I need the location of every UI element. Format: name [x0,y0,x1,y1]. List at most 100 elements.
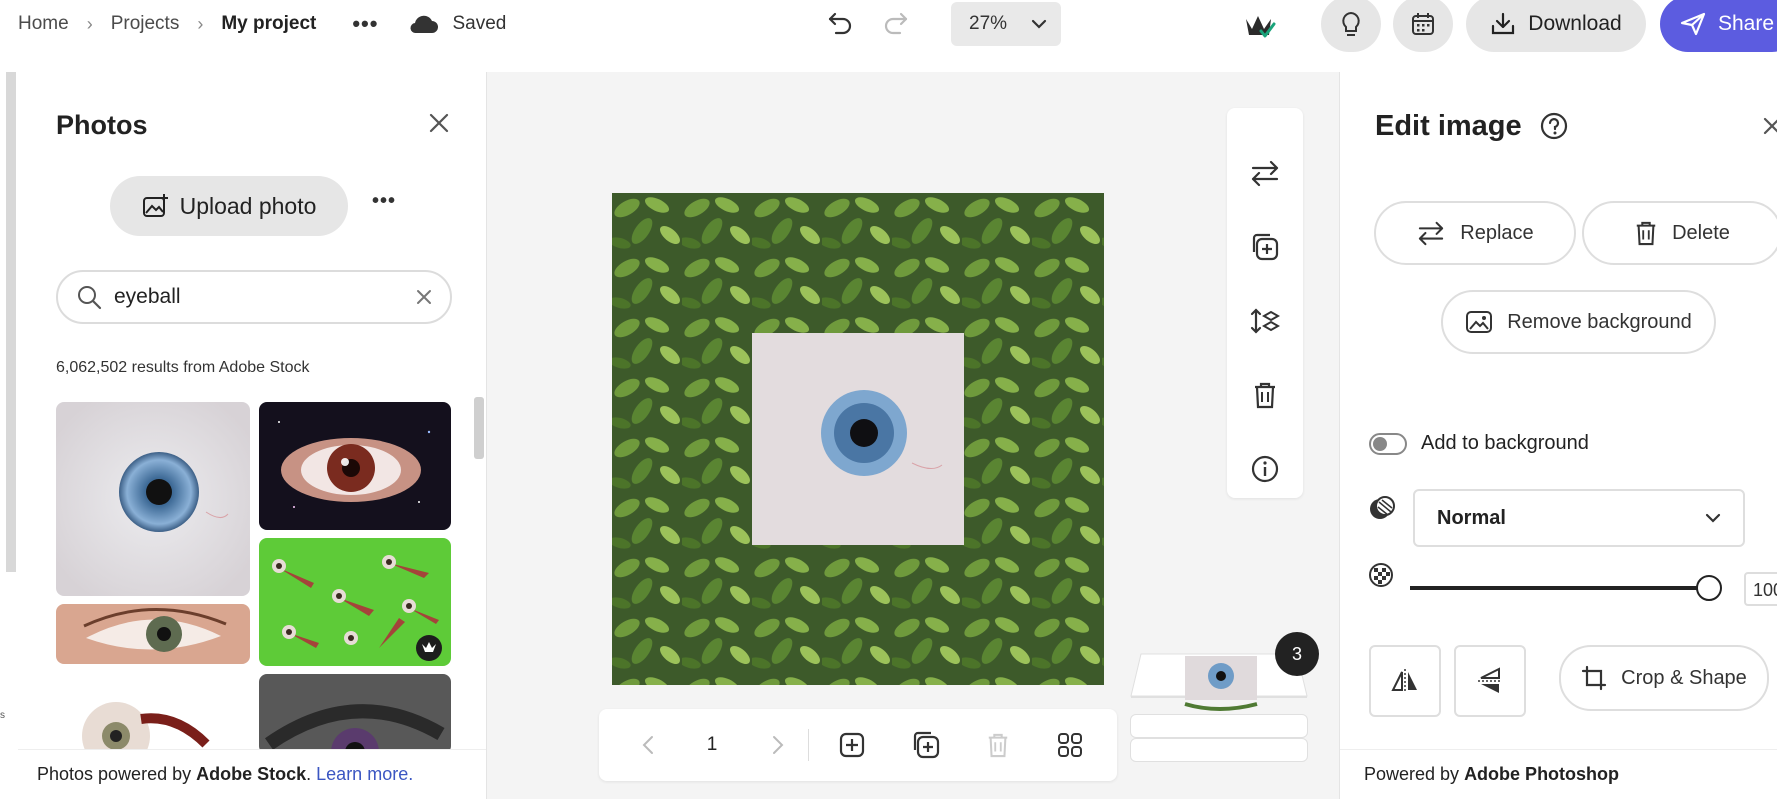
history-controls [826,8,910,36]
bloody-eyeball-image [56,674,250,754]
photo-thumbnail[interactable] [259,402,451,530]
share-button[interactable]: Share [1660,0,1777,52]
edit-footer: Powered by Adobe Photoshop [1340,749,1777,799]
delete-page-button[interactable] [981,729,1015,761]
download-label: Download [1528,12,1622,35]
prev-page-button[interactable] [633,729,663,761]
learn-more-link[interactable]: Learn more. [316,764,413,784]
send-icon [1680,12,1706,36]
upload-photo-label: Upload photo [179,192,317,219]
footer-suffix: . [306,764,312,784]
trash-icon [1255,382,1275,409]
blue-eyeball-image [56,402,250,596]
add-page-button[interactable] [835,729,869,761]
download-button[interactable]: Download [1466,0,1646,52]
grid-view-button[interactable] [1053,729,1087,761]
remove-background-label: Remove background [1507,310,1692,333]
panel-title: Edit image [1375,110,1522,142]
chevron-right-icon [773,736,784,754]
close-icon[interactable] [428,112,450,134]
opacity-slider-handle[interactable] [1696,575,1722,601]
photos-panel: Photos Upload photo ••• 6,062,502 result… [18,72,487,799]
photo-thumbnail[interactable] [56,604,250,664]
pager-divider [808,729,809,761]
crop-shape-button[interactable]: Crop & Shape [1559,645,1769,711]
eyeballs-green-screen-image [259,538,451,666]
zoom-dropdown[interactable]: 27% [951,2,1061,46]
arrange-tool[interactable] [1246,302,1284,340]
breadcrumb-current-project[interactable]: My project [221,13,316,35]
photo-thumbnail[interactable] [259,538,451,666]
search-input[interactable] [114,285,404,309]
next-page-button[interactable] [763,729,793,761]
page-count-badge: 3 [1275,632,1319,676]
save-status-label: Saved [452,13,507,34]
redo-icon[interactable] [882,8,910,36]
flip-vertical-button[interactable] [1454,645,1526,717]
schedule-button[interactable] [1393,0,1453,52]
duplicate-tool[interactable] [1246,228,1284,266]
rail-scrollbar[interactable] [6,72,16,572]
clear-icon[interactable] [416,289,432,305]
lightbulb-icon [1342,11,1360,36]
selected-eyeball-image[interactable] [752,333,964,545]
upload-photo-button[interactable]: Upload photo [110,176,348,236]
info-tool[interactable] [1246,450,1284,488]
premium-button[interactable] [1232,4,1288,48]
photo-thumbnail[interactable] [56,674,250,754]
photo-thumbnail[interactable] [259,674,451,754]
image-add-icon [142,194,168,217]
more-options-icon[interactable]: ••• [352,11,378,37]
duplicate-page-button[interactable] [909,729,943,761]
blend-mode-select[interactable]: Normal [1413,489,1745,547]
cloud-icon [410,15,439,34]
zoom-value: 27% [969,13,1008,34]
swap-icon [1419,221,1444,246]
edit-image-panel: Edit image Replace Delete Remove backgro… [1339,72,1777,799]
share-label: Share [1718,12,1775,35]
photo-thumbnail[interactable] [56,402,250,596]
ideas-button[interactable] [1321,0,1381,52]
info-icon [1251,455,1279,483]
panel-title: Photos [56,110,148,140]
replace-button[interactable]: Replace [1374,201,1576,265]
undo-icon[interactable] [826,8,854,36]
crown-check-icon [1246,16,1276,38]
artboard[interactable] [612,193,1104,685]
left-rail [0,72,18,799]
breadcrumb-home[interactable]: Home [18,13,69,35]
photos-footer: Photos powered by Adobe Stock. Learn mor… [18,749,486,799]
delete-tool[interactable] [1246,376,1284,414]
add-to-background-toggle[interactable] [1369,432,1407,455]
flip-horizontal-button[interactable] [1369,645,1441,717]
remove-background-button[interactable]: Remove background [1441,290,1716,354]
blend-mode-icon [1370,496,1395,519]
page-card [1130,738,1308,762]
calendar-icon [1412,13,1434,35]
panel-scrollbar[interactable] [474,397,484,459]
page-stack[interactable] [1129,652,1309,792]
floating-toolbar [1227,108,1303,498]
trash-icon [988,733,1008,758]
opacity-value[interactable]: 100 [1744,572,1777,606]
human-eye-closeup-image [56,604,250,664]
more-options-icon[interactable]: ••• [372,190,396,213]
download-icon [1492,12,1515,35]
opacity-slider-track[interactable] [1410,586,1710,590]
trash-icon [1636,221,1656,246]
delete-button[interactable]: Delete [1582,201,1777,265]
help-icon[interactable] [1540,112,1568,140]
add-to-background-row: Add to background [1369,432,1589,455]
replace-tool[interactable] [1246,154,1284,192]
footer-brand: Adobe Stock [196,764,307,784]
breadcrumb: Home › Projects › My project ••• Saved [18,10,506,38]
breadcrumb-projects[interactable]: Projects [111,13,180,35]
swap-icon [1251,160,1279,187]
search-box [56,270,452,324]
flip-vertical-icon [1478,667,1502,693]
top-bar: Home › Projects › My project ••• Saved 2… [0,0,1777,72]
delete-label: Delete [1672,221,1730,244]
replace-label: Replace [1460,221,1534,244]
blend-mode-value: Normal [1437,506,1506,529]
close-icon[interactable] [1762,116,1777,136]
